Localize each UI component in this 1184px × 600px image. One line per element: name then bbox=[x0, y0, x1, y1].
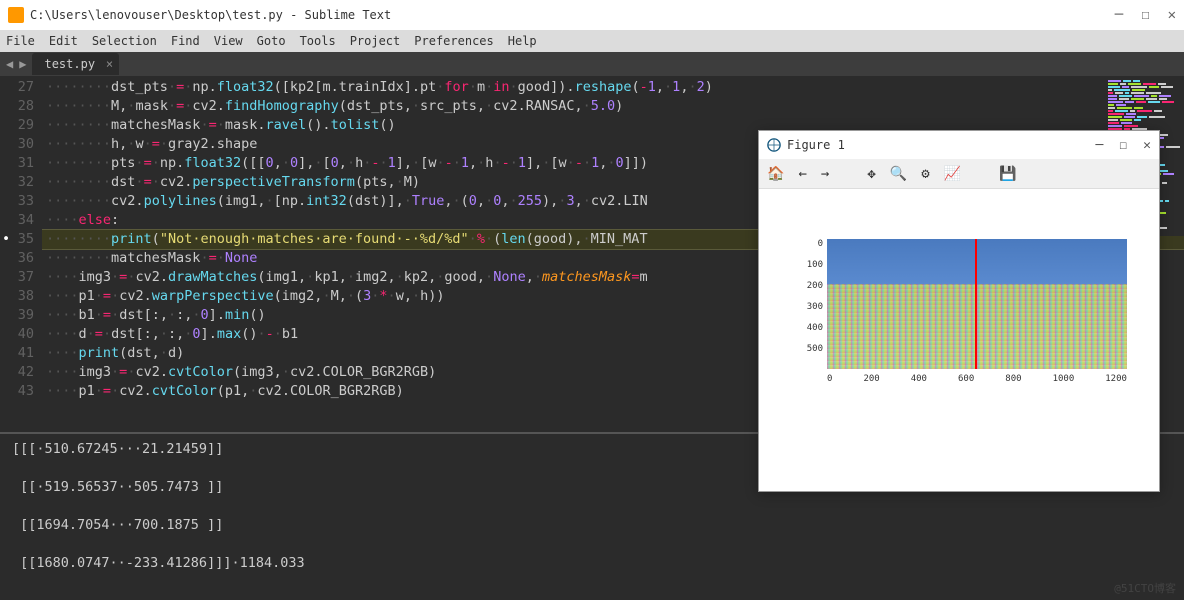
zoom-icon[interactable]: 🔍 bbox=[890, 166, 907, 182]
menu-project[interactable]: Project bbox=[350, 34, 401, 48]
menu-help[interactable]: Help bbox=[508, 34, 537, 48]
figure-minimize-button[interactable]: ─ bbox=[1096, 138, 1104, 153]
menu-edit[interactable]: Edit bbox=[49, 34, 78, 48]
titlebar: C:\Users\lenovouser\Desktop\test.py - Su… bbox=[0, 0, 1184, 30]
line-number: 42 bbox=[0, 363, 34, 382]
line-number: 32 bbox=[0, 173, 34, 192]
maximize-button[interactable]: ☐ bbox=[1141, 7, 1149, 23]
menu-selection[interactable]: Selection bbox=[92, 34, 157, 48]
line-number: 40 bbox=[0, 325, 34, 344]
menu-goto[interactable]: Goto bbox=[257, 34, 286, 48]
line-number: 38 bbox=[0, 287, 34, 306]
menu-preferences[interactable]: Preferences bbox=[414, 34, 493, 48]
line-number: 36 bbox=[0, 249, 34, 268]
menubar: File Edit Selection Find View Goto Tools Projec… bbox=[0, 30, 1184, 52]
forward-icon[interactable]: → bbox=[821, 166, 829, 182]
save-icon[interactable]: 💾 bbox=[999, 166, 1016, 182]
x-axis-ticks: 020040060080010001200 bbox=[827, 374, 1127, 384]
back-icon[interactable]: ← bbox=[798, 166, 806, 182]
figure-maximize-button[interactable]: ☐ bbox=[1119, 138, 1127, 153]
tab-bar: ◀ ▶ test.py × bbox=[0, 52, 1184, 76]
pan-icon[interactable]: ✥ bbox=[867, 166, 875, 182]
y-axis-ticks: 0100200300400500 bbox=[799, 239, 823, 365]
line-number: 43 bbox=[0, 382, 34, 401]
tab-label: test.py bbox=[44, 57, 95, 71]
menu-file[interactable]: File bbox=[6, 34, 35, 48]
tab-testpy[interactable]: test.py × bbox=[32, 53, 119, 75]
matplotlib-icon bbox=[767, 138, 781, 152]
matplotlib-figure-window: Figure 1 ─ ☐ ✕ 🏠 ← → ✥ 🔍 ⚙ 📈 💾 010020030… bbox=[758, 130, 1160, 492]
code-line[interactable]: ········M,·mask·=·cv2.findHomography(dst… bbox=[42, 97, 1184, 116]
minimize-button[interactable]: ─ bbox=[1115, 7, 1123, 23]
line-number: 27 bbox=[0, 78, 34, 97]
edit-icon[interactable]: 📈 bbox=[944, 166, 961, 182]
app-icon bbox=[8, 7, 24, 23]
nav-back-icon[interactable]: ◀ bbox=[6, 57, 13, 71]
figure-canvas[interactable]: 0100200300400500 020040060080010001200 bbox=[759, 189, 1159, 467]
close-button[interactable]: ✕ bbox=[1168, 7, 1176, 23]
line-number: 34 bbox=[0, 211, 34, 230]
figure-titlebar: Figure 1 ─ ☐ ✕ bbox=[759, 131, 1159, 159]
nav-forward-icon[interactable]: ▶ bbox=[19, 57, 26, 71]
line-number: 28 bbox=[0, 97, 34, 116]
window-title: C:\Users\lenovouser\Desktop\test.py - Su… bbox=[30, 8, 391, 22]
code-line[interactable]: ········dst_pts·=·np.float32([kp2[m.trai… bbox=[42, 78, 1184, 97]
figure-toolbar: 🏠 ← → ✥ 🔍 ⚙ 📈 💾 bbox=[759, 159, 1159, 189]
line-number: 33 bbox=[0, 192, 34, 211]
line-number: 37 bbox=[0, 268, 34, 287]
configure-icon[interactable]: ⚙ bbox=[921, 166, 929, 182]
line-number: 41 bbox=[0, 344, 34, 363]
figure-close-button[interactable]: ✕ bbox=[1143, 138, 1151, 153]
menu-tools[interactable]: Tools bbox=[300, 34, 336, 48]
line-number: 30 bbox=[0, 135, 34, 154]
home-icon[interactable]: 🏠 bbox=[767, 166, 784, 182]
menu-view[interactable]: View bbox=[214, 34, 243, 48]
gutter: 2728293031323334•353637383940414243 bbox=[0, 76, 42, 432]
line-number: 39 bbox=[0, 306, 34, 325]
watermark: @51CTO博客 bbox=[1114, 580, 1176, 596]
figure-title: Figure 1 bbox=[787, 138, 845, 152]
line-number: •35 bbox=[0, 230, 34, 249]
line-number: 29 bbox=[0, 116, 34, 135]
plot-image bbox=[827, 239, 1127, 369]
line-number: 31 bbox=[0, 154, 34, 173]
seam-line bbox=[975, 239, 977, 369]
menu-find[interactable]: Find bbox=[171, 34, 200, 48]
tab-close-icon[interactable]: × bbox=[106, 57, 113, 71]
